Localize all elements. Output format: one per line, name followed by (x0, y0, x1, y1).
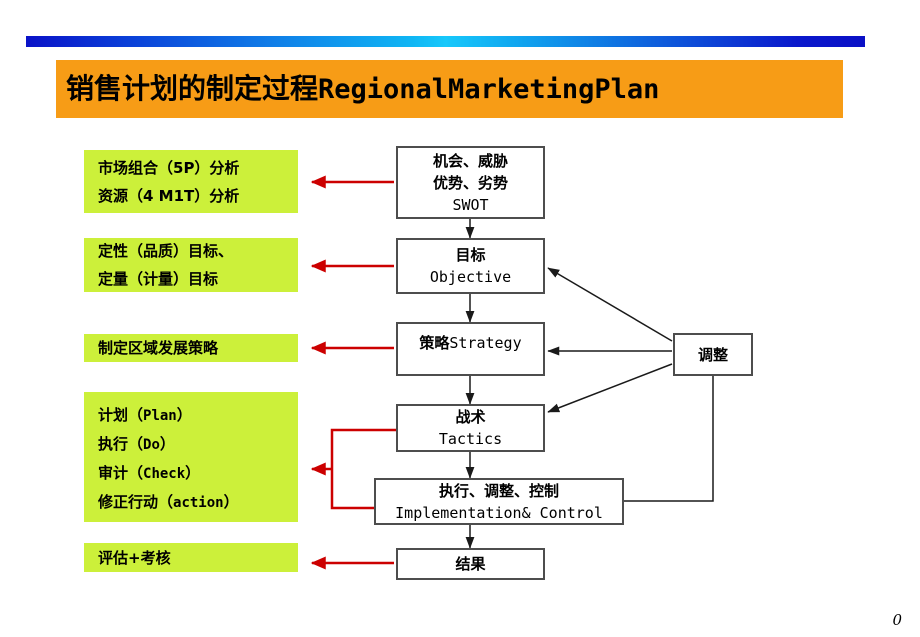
left-box-line: 修正行动（action） (98, 493, 239, 511)
link-adjust-to-objective (547, 267, 673, 342)
left-box-line: 执行（Do） (98, 435, 175, 453)
adjust-box-label-cn: 调整 (697, 345, 728, 364)
left-box-market-mix-analysis[interactable]: 市场组合（5P）分析 资源（4 M1T）分析 (84, 150, 298, 213)
left-box-regional-development-strategy[interactable]: 制定区域发展策略 (84, 334, 298, 362)
swot-box-label-en: SWOT (452, 195, 489, 214)
left-box-pdca-cycle[interactable]: 计划（Plan） 执行（Do） 审计（Check） 修正行动（action） (84, 392, 298, 522)
adjust-box[interactable]: 调整 (673, 333, 753, 376)
page-title-chinese: 销售计划的制定过程 (66, 72, 319, 105)
swot-box-line-1: 机会、威胁 (432, 151, 508, 170)
objective-box-label-cn: 目标 (455, 246, 486, 264)
left-box-line: 计划（Plan） (98, 406, 192, 424)
objective-box[interactable]: 目标 Objective (396, 238, 545, 294)
strategy-box[interactable]: 策略Strategy (396, 322, 545, 376)
slide-canvas: 销售计划的制定过程RegionalMarketingPlan 市场组合（5P）分… (0, 0, 920, 637)
page-number: 0 (892, 611, 902, 629)
implementation-control-box[interactable]: 执行、调整、控制 Implementation& Control (374, 478, 624, 525)
objective-box-label-en: Objective (429, 268, 512, 286)
tactics-box[interactable]: 战术 Tactics (396, 404, 545, 452)
left-box-line: 审计（Check） (98, 464, 201, 482)
result-box[interactable]: 结果 (396, 548, 545, 580)
result-box-label-cn: 结果 (455, 555, 486, 573)
left-box-objectives[interactable]: 定性（品质）目标、 定量（计量）目标 (84, 238, 298, 292)
left-box-evaluation-assessment[interactable]: 评估+考核 (84, 543, 298, 572)
swot-box[interactable]: 机会、威胁 优势、劣势 SWOT (396, 146, 545, 219)
link-implementation-to-adjust (624, 376, 714, 502)
link-adjust-to-tactics (547, 363, 673, 413)
tactics-box-label-en: Tactics (438, 430, 503, 448)
tactics-box-label-cn: 战术 (455, 408, 486, 426)
left-box-line: 定量（计量）目标 (98, 270, 219, 288)
left-box-line: 评估+考核 (98, 548, 171, 567)
left-box-line: 制定区域发展策略 (98, 339, 219, 357)
left-box-line: 资源（4 M1T）分析 (98, 186, 240, 205)
header-accent-bar (26, 36, 865, 47)
implementation-box-label-en: Implementation& Control (395, 503, 603, 522)
left-box-line: 市场组合（5P）分析 (98, 158, 240, 177)
implementation-box-label-cn: 执行、调整、控制 (438, 481, 559, 500)
strategy-box-label: 策略Strategy (419, 334, 522, 352)
swot-box-line-2: 优势、劣势 (432, 173, 508, 192)
page-title-latin: RegionalMarketingPlan (318, 74, 660, 105)
left-box-line: 定性（品质）目标、 (98, 242, 234, 260)
page-title: 销售计划的制定过程RegionalMarketingPlan (66, 68, 659, 111)
